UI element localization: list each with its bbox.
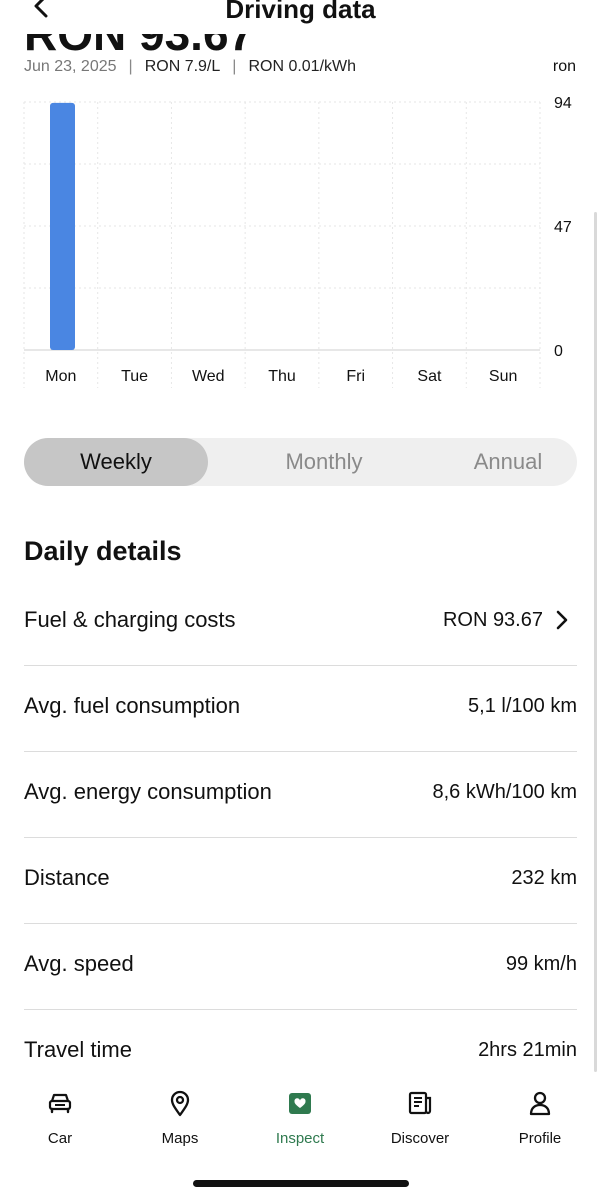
row-value: 8,6 kWh/100 km xyxy=(432,781,577,803)
row-label: Avg. speed xyxy=(24,951,134,976)
row-value: 232 km xyxy=(511,867,577,889)
row-distance: Distance 232 km xyxy=(24,838,577,924)
tab-discover[interactable]: Discover xyxy=(360,1088,480,1147)
chart-grid xyxy=(23,101,541,388)
chart-unit: ron xyxy=(552,58,576,75)
summary-meta: Jun 23, 2025 | RON 7.9/L | RON 0.01/kWh xyxy=(24,58,357,75)
fuel-price: RON 7.9/L xyxy=(144,58,221,75)
row-avg-fuel-consumption: Avg. fuel consumption 5,1 l/100 km xyxy=(24,666,577,752)
tab-weekly[interactable]: Weekly xyxy=(24,438,208,486)
y-tick-label: 0 xyxy=(554,343,563,360)
chevron-right-icon xyxy=(556,610,568,630)
heart-badge-icon xyxy=(289,1093,311,1114)
y-tick-label: 94 xyxy=(554,95,572,112)
page-title: Driving data xyxy=(225,0,376,24)
x-tick-label: Tue xyxy=(121,368,148,385)
tab-maps[interactable]: Maps xyxy=(120,1088,240,1147)
tab-label: Discover xyxy=(390,1130,450,1147)
row-label: Distance xyxy=(24,865,110,890)
tab-label: Car xyxy=(47,1130,73,1147)
row-value: 5,1 l/100 km xyxy=(468,695,577,717)
tab-annual[interactable]: Annual xyxy=(416,438,600,486)
bar-mon[interactable] xyxy=(50,102,75,350)
tab-car[interactable]: Car xyxy=(0,1088,120,1147)
y-tick-label: 47 xyxy=(554,219,572,236)
car-icon xyxy=(48,1093,72,1114)
row-avg-energy-consumption: Avg. energy consumption 8,6 kWh/100 km xyxy=(24,752,577,838)
tab-label: Maps xyxy=(161,1130,199,1147)
period-selector: Weekly Monthly Annual xyxy=(24,438,577,486)
x-tick-label: Mon xyxy=(45,368,76,385)
section-title: Daily details xyxy=(24,536,182,566)
news-icon xyxy=(408,1091,432,1115)
tab-profile[interactable]: Profile xyxy=(480,1088,600,1147)
row-label: Fuel & charging costs xyxy=(24,607,236,632)
home-indicator xyxy=(193,1180,409,1187)
tab-monthly[interactable]: Monthly xyxy=(232,438,416,486)
summary-date: Jun 23, 2025 xyxy=(24,58,117,75)
x-tick-label: Wed xyxy=(192,368,225,385)
scrollbar[interactable] xyxy=(594,212,597,1072)
row-avg-speed: Avg. speed 99 km/h xyxy=(24,924,577,1010)
tab-label: Inspect xyxy=(275,1130,325,1147)
row-value: 99 km/h xyxy=(505,953,577,975)
tab-label: Profile xyxy=(518,1130,562,1147)
row-label: Avg. energy consumption xyxy=(24,779,272,804)
weekly-cost-chart: Mon Tue Wed Thu Fri Sat Sun 94 47 0 xyxy=(23,95,572,388)
row-value: RON 93.67 xyxy=(442,609,543,631)
energy-price: RON 0.01/kWh xyxy=(248,58,357,75)
details-list: Fuel & charging costs RON 93.67 Avg. fue… xyxy=(24,580,577,1095)
row-fuel-charging-costs[interactable]: Fuel & charging costs RON 93.67 xyxy=(24,580,577,666)
row-label: Avg. fuel consumption xyxy=(24,693,241,718)
x-tick-label: Sat xyxy=(417,368,442,385)
person-icon xyxy=(529,1091,551,1116)
tab-inspect[interactable]: Inspect xyxy=(240,1088,360,1147)
top-bar: Driving data xyxy=(0,0,601,34)
x-tick-label: Thu xyxy=(268,368,296,385)
x-tick-label: Sun xyxy=(489,368,517,385)
map-pin-icon xyxy=(170,1090,190,1117)
x-tick-label: Fri xyxy=(346,368,365,385)
